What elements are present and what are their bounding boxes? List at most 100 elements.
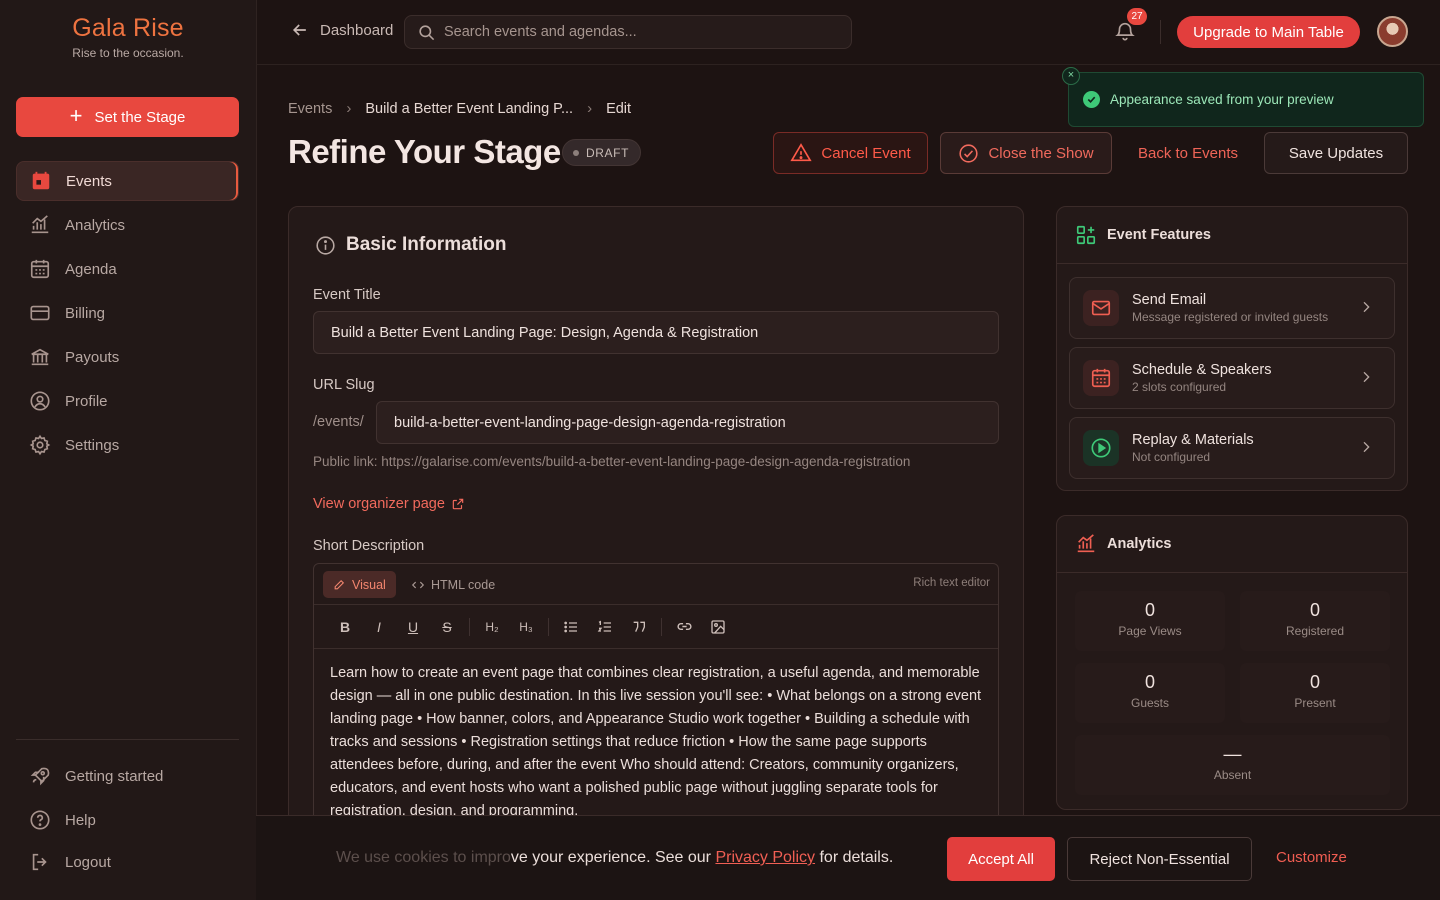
- stat-registered: 0 Registered: [1240, 591, 1390, 651]
- numbered-list-button[interactable]: [588, 612, 622, 642]
- stat-guests: 0 Guests: [1075, 663, 1225, 723]
- save-updates-button[interactable]: Save Updates: [1264, 132, 1408, 174]
- customize-button[interactable]: Customize: [1276, 849, 1347, 866]
- stat-present: 0 Present: [1240, 663, 1390, 723]
- sidebar-item-profile[interactable]: Profile: [16, 381, 239, 421]
- sidebar: Gala Rise Rise to the occasion. + Set th…: [0, 0, 256, 900]
- event-title-input[interactable]: Build a Better Event Landing Page: Desig…: [313, 311, 999, 354]
- logo-tagline: Rise to the occasion.: [72, 46, 184, 60]
- sidebar-item-billing[interactable]: Billing: [16, 293, 239, 333]
- arrow-left-icon: [292, 24, 306, 36]
- feature-title: Schedule & Speakers: [1132, 362, 1272, 378]
- toast-message: Appearance saved from your preview: [1110, 92, 1334, 107]
- bullet-list-icon: [564, 621, 577, 632]
- sidebar-item-label: Logout: [65, 853, 111, 871]
- feature-send-email[interactable]: Send Email Message registered or invited…: [1069, 277, 1395, 339]
- public-link: Public link: https://galarise.com/events…: [313, 454, 911, 469]
- back-to-dashboard-link[interactable]: Dashboard: [290, 20, 393, 40]
- sidebar-item-settings[interactable]: Settings: [16, 425, 239, 465]
- info-icon: [316, 235, 335, 255]
- stat-label: Guests: [1130, 696, 1169, 710]
- stat-label: Page Views: [1118, 624, 1182, 638]
- search-input[interactable]: Search events and agendas...: [404, 15, 852, 49]
- heading-2-button[interactable]: H₂: [475, 612, 509, 642]
- sidebar-item-label: Billing: [65, 304, 106, 322]
- editor-toolbar: B I U S H₂ H₃: [314, 605, 998, 649]
- back-to-events-button[interactable]: Back to Events: [1124, 132, 1252, 174]
- sidebar-item-agenda[interactable]: Agenda: [16, 249, 239, 289]
- view-organizer-page-link[interactable]: View organizer page: [313, 496, 465, 512]
- tab-html-code[interactable]: HTML code: [411, 571, 495, 598]
- cookie-text-end: for details.: [815, 849, 894, 866]
- reject-non-essential-button[interactable]: Reject Non-Essential: [1067, 837, 1252, 881]
- blockquote-button[interactable]: [622, 612, 656, 642]
- breadcrumb-events[interactable]: Events: [288, 101, 332, 117]
- tab-visual[interactable]: Visual: [323, 571, 396, 598]
- upgrade-button[interactable]: Upgrade to Main Table: [1177, 16, 1360, 48]
- image-icon: [711, 619, 725, 634]
- toast-close-button[interactable]: ×: [1062, 67, 1080, 85]
- editor-content[interactable]: Learn how to create an event page that c…: [314, 649, 998, 823]
- bold-button[interactable]: B: [328, 612, 362, 642]
- cancel-event-button[interactable]: Cancel Event: [773, 132, 928, 174]
- credit-card-icon: [30, 305, 50, 321]
- status-dot: [573, 149, 579, 156]
- play-circle-icon: [1083, 430, 1119, 466]
- notification-count-badge: 27: [1127, 8, 1147, 25]
- toast-notification: Appearance saved from your preview: [1068, 72, 1424, 127]
- grid-plus-icon: [1076, 225, 1096, 245]
- sidebar-item-events[interactable]: Events: [16, 161, 239, 201]
- agenda-icon: [30, 259, 50, 279]
- check-circle-icon: [959, 143, 979, 163]
- close-the-show-button[interactable]: Close the Show: [940, 132, 1112, 174]
- insert-image-button[interactable]: [701, 612, 735, 642]
- sidebar-item-payouts[interactable]: Payouts: [16, 337, 239, 377]
- topbar-divider: [1160, 20, 1161, 44]
- stat-absent: — Absent: [1075, 735, 1390, 795]
- check-circle-icon: [1083, 91, 1100, 108]
- logo[interactable]: Gala Rise Rise to the occasion.: [0, 14, 256, 60]
- italic-button[interactable]: I: [362, 612, 396, 642]
- mail-icon: [1083, 290, 1119, 326]
- page-title: Refine Your Stage: [288, 133, 561, 170]
- cookie-message: We use cookies to improve your experienc…: [336, 849, 893, 867]
- insert-link-button[interactable]: [667, 612, 701, 642]
- breadcrumb-edit: Edit: [606, 100, 632, 117]
- breadcrumb-event[interactable]: Build a Better Event Landing P...: [365, 101, 573, 117]
- url-slug-input[interactable]: build-a-better-event-landing-page-design…: [376, 401, 999, 444]
- feature-subtitle: 2 slots configured: [1132, 380, 1227, 394]
- feature-replay-materials[interactable]: Replay & Materials Not configured: [1069, 417, 1395, 479]
- rocket-icon: [30, 767, 50, 786]
- toolbar-divider: [661, 617, 662, 636]
- section-title: Basic Information: [315, 234, 506, 256]
- heading-3-button[interactable]: H₃: [509, 612, 543, 642]
- strikethrough-button[interactable]: S: [430, 612, 464, 642]
- privacy-policy-link[interactable]: Privacy Policy: [715, 849, 815, 866]
- set-the-stage-button[interactable]: + Set the Stage: [16, 97, 239, 137]
- stat-value: 0: [1144, 600, 1155, 620]
- organizer-link-label: View organizer page: [313, 496, 445, 512]
- external-link-icon: [452, 498, 464, 510]
- sidebar-item-label: Help: [65, 811, 96, 829]
- underline-button[interactable]: U: [396, 612, 430, 642]
- sidebar-item-logout[interactable]: Logout: [16, 842, 239, 882]
- status-label: DRAFT: [586, 145, 629, 160]
- status-badge: DRAFT: [562, 139, 641, 166]
- card-header: Analytics: [1057, 516, 1407, 573]
- sidebar-item-label: Settings: [65, 436, 120, 454]
- feature-schedule-speakers[interactable]: Schedule & Speakers 2 slots configured: [1069, 347, 1395, 409]
- feature-subtitle: Message registered or invited guests: [1132, 310, 1329, 324]
- sidebar-item-help[interactable]: Help: [16, 800, 239, 840]
- calendar-grid-icon: [1083, 360, 1119, 396]
- toolbar-divider: [469, 617, 470, 636]
- stat-label: Registered: [1285, 624, 1345, 638]
- plus-icon: +: [69, 103, 83, 128]
- sidebar-item-getting-started[interactable]: Getting started: [16, 756, 239, 796]
- sidebar-item-analytics[interactable]: Analytics: [16, 205, 239, 245]
- accept-all-button[interactable]: Accept All: [947, 837, 1055, 881]
- chevron-right-icon: ›: [587, 100, 593, 117]
- bullet-list-button[interactable]: [554, 612, 588, 642]
- avatar[interactable]: [1377, 16, 1408, 47]
- card-title: Event Features: [1107, 227, 1211, 243]
- topbar: Dashboard Search events and agendas... 2…: [256, 0, 1440, 64]
